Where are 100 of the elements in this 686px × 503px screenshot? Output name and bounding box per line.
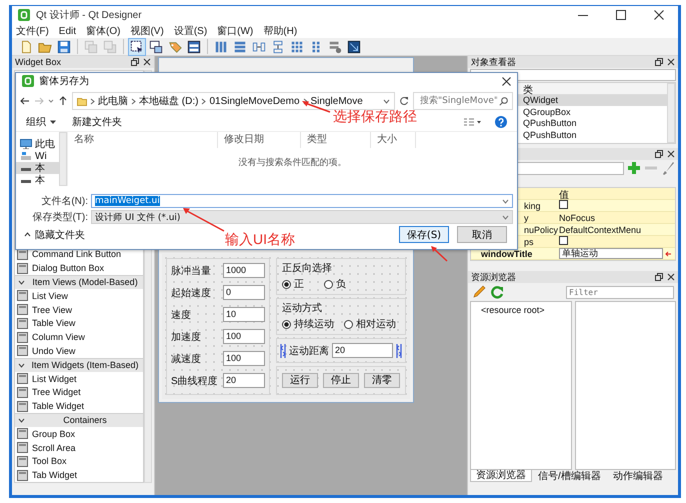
organize-menu[interactable]: 组织	[26, 114, 56, 129]
column-header: 类	[523, 84, 534, 96]
widget-list-item[interactable]: Group Box	[15, 426, 143, 441]
radio-button[interactable]: 相对运动	[344, 317, 396, 331]
close-icon[interactable]	[654, 10, 664, 20]
address-bar[interactable]: 此电脑 本地磁盘 (D:) 01SingleMoveDemo SingleMove	[72, 92, 395, 110]
plus-icon[interactable]	[627, 161, 641, 175]
reset-icon[interactable]	[665, 250, 673, 258]
widget-list-item[interactable]: List Widget	[15, 372, 143, 386]
nav-item[interactable]: 本	[16, 174, 59, 186]
nav-item[interactable]: Wi	[16, 150, 59, 162]
menu-item[interactable]: 设置(S)	[174, 24, 208, 38]
radio-button[interactable]: 正	[282, 277, 304, 291]
widget-list-item[interactable]: Tool Box	[15, 454, 143, 468]
close-icon[interactable]	[143, 58, 151, 66]
breadcrumb-item[interactable]: 本地磁盘 (D:)	[139, 94, 198, 108]
menu-item[interactable]: 帮助(H)	[263, 24, 298, 38]
refresh-icon[interactable]	[399, 96, 409, 106]
close-icon[interactable]	[502, 76, 511, 86]
text-field[interactable]: 100	[223, 351, 265, 366]
caret-icon[interactable]	[383, 98, 390, 105]
column-header[interactable]: 名称	[68, 132, 218, 148]
radio-button[interactable]: 持续运动	[282, 317, 334, 331]
category-header[interactable]: Item Widgets (Item-Based)	[15, 358, 143, 372]
widget-list-item[interactable]: Undo View	[15, 344, 143, 358]
tab[interactable]: 动作编辑器	[606, 470, 669, 482]
widget-list-item[interactable]: Scroll Area	[15, 440, 143, 454]
text-field[interactable]: 0	[223, 285, 265, 300]
caret-icon[interactable]	[48, 98, 54, 104]
menu-item[interactable]: Edit	[58, 26, 76, 36]
reload-icon[interactable]	[490, 285, 504, 299]
hide-folders-toggle[interactable]: 隐藏文件夹	[24, 228, 85, 242]
scrollbar[interactable]	[59, 132, 67, 186]
breadcrumb-item[interactable]: 此电脑	[98, 94, 128, 108]
nav-item[interactable]: 此电	[16, 138, 59, 150]
column-header[interactable]: 大小	[371, 132, 416, 148]
text-field[interactable]: 20	[332, 343, 393, 358]
push-button[interactable]: 停止	[323, 373, 359, 388]
tab[interactable]: 信号/槽编辑器	[532, 470, 607, 482]
text-field[interactable]: 1000	[223, 263, 265, 278]
scrollbar[interactable]	[667, 83, 675, 143]
close-icon[interactable]	[667, 150, 675, 158]
dialog-button[interactable]: 取消	[457, 226, 507, 244]
push-button[interactable]: 清零	[364, 373, 400, 388]
table-cell-text: QPushButton	[523, 118, 578, 128]
menu-item[interactable]: 窗体(O)	[86, 24, 120, 38]
float-icon[interactable]	[655, 58, 663, 66]
pencil-icon[interactable]	[472, 285, 486, 299]
float-icon[interactable]	[131, 58, 139, 66]
float-icon[interactable]	[655, 273, 663, 281]
column-header[interactable]: 修改日期	[218, 132, 301, 148]
property-name: king	[524, 200, 541, 210]
tab[interactable]: 资源浏览器	[470, 470, 532, 482]
filter-field[interactable]: Filter	[566, 286, 674, 298]
dashed-square-icon[interactable]	[128, 38, 146, 56]
column-header[interactable]: 类型	[301, 132, 371, 148]
text-field[interactable]: 100	[223, 329, 265, 344]
close-icon[interactable]	[667, 58, 675, 66]
category-header[interactable]: Containers	[15, 413, 143, 427]
back-arrow-icon[interactable]	[20, 96, 30, 106]
maximize-icon[interactable]	[616, 10, 626, 20]
dialog-button[interactable]: 保存(S)	[399, 226, 449, 244]
breadcrumb-item[interactable]: 01SingleMoveDemo	[209, 96, 300, 107]
text-field[interactable]: 20	[223, 373, 265, 388]
menu-item[interactable]: 窗口(W)	[217, 24, 254, 38]
view-options-icon[interactable]	[463, 116, 481, 127]
widget-list-item[interactable]: Tree Widget	[15, 385, 143, 400]
widget-list-item[interactable]: Tree View	[15, 302, 143, 316]
widget-list-item[interactable]: List View	[15, 288, 143, 303]
widget-list-item[interactable]: Dialog Button Box	[15, 261, 143, 276]
widget-list-item[interactable]: Tab Widget	[15, 468, 143, 482]
close-icon[interactable]	[667, 273, 675, 281]
push-button[interactable]: 运行	[282, 373, 318, 388]
search-field[interactable]: 搜索"SingleMove"	[413, 92, 513, 110]
checkbox[interactable]	[559, 200, 568, 209]
drive-icon	[20, 151, 32, 162]
search-icon	[499, 96, 508, 106]
file-type-dropdown[interactable]: 设计师 UI 文件 (*.ui)	[91, 210, 513, 224]
app-icon	[18, 9, 30, 21]
category-header[interactable]: Item Views (Model-Based)	[15, 275, 143, 289]
breadcrumb-item[interactable]: SingleMove	[310, 96, 363, 107]
new-folder-button[interactable]: 新建文件夹	[72, 114, 122, 129]
checkbox[interactable]	[559, 236, 568, 245]
text-field[interactable]: 单轴运动	[559, 248, 663, 259]
radio-button[interactable]: 负	[324, 277, 346, 291]
panel-title: 资源浏览器	[471, 270, 516, 284]
chevron-icon	[18, 278, 25, 286]
widget-list-item[interactable]: Table Widget	[15, 399, 143, 414]
up-arrow-icon[interactable]	[58, 96, 68, 106]
widget-list-item[interactable]: Table View	[15, 316, 143, 330]
float-icon[interactable]	[655, 150, 663, 158]
widget-icon	[17, 373, 28, 384]
text-field[interactable]: 10	[223, 307, 265, 322]
menu-item[interactable]: 文件(F)	[16, 24, 49, 38]
file-name-field[interactable]: mainWeiget.ui	[91, 194, 513, 208]
nav-item[interactable]: 本	[16, 162, 59, 174]
tree-item[interactable]: <resource root>	[481, 305, 560, 315]
widget-list-item[interactable]: Column View	[15, 330, 143, 344]
menu-item[interactable]: 视图(V)	[130, 24, 164, 38]
help-icon[interactable]	[495, 116, 507, 128]
